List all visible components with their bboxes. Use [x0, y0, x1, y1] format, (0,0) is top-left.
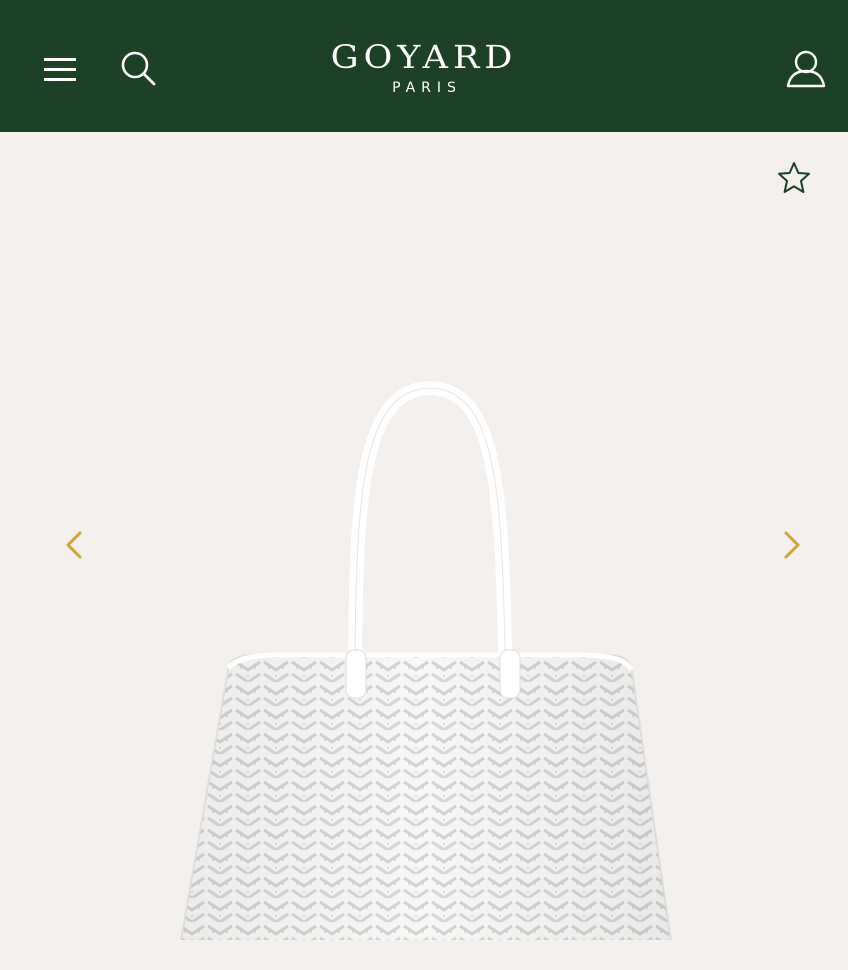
- chevron-left-icon: [66, 531, 82, 559]
- brand-logo[interactable]: GOYARD PARIS: [0, 38, 848, 98]
- favorite-button[interactable]: [776, 160, 812, 196]
- user-account-icon: [786, 50, 826, 88]
- brand-subtitle: PARIS: [392, 80, 462, 96]
- brand-wordmark: GOYARD: [330, 39, 518, 77]
- account-button[interactable]: [780, 46, 830, 94]
- star-outline-icon: [778, 162, 810, 193]
- chevron-right-icon: [784, 531, 800, 559]
- product-gallery: [0, 132, 848, 970]
- product-image[interactable]: [150, 250, 698, 940]
- site-header: GOYARD PARIS: [0, 0, 848, 132]
- product-page: GOYARD PARIS: [0, 0, 848, 970]
- next-image-button[interactable]: [776, 525, 806, 565]
- previous-image-button[interactable]: [60, 525, 90, 565]
